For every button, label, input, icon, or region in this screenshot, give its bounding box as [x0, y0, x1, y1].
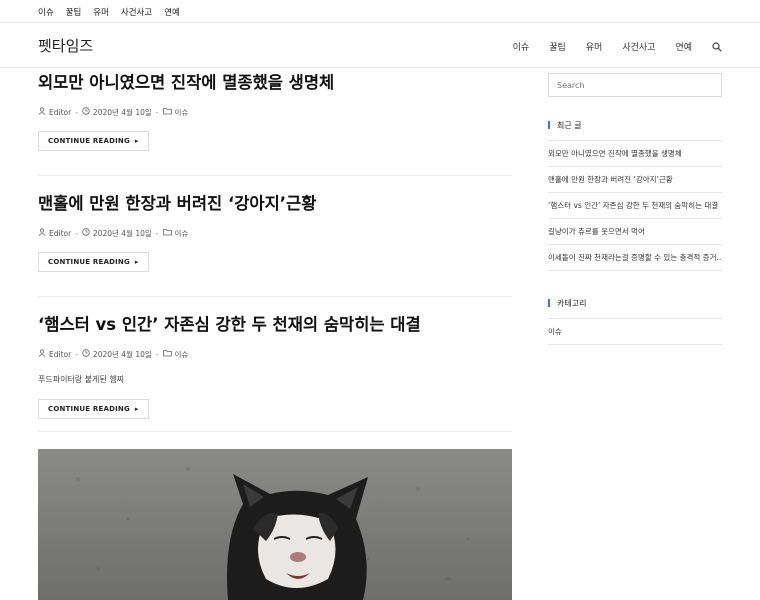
clock-icon	[82, 228, 90, 238]
continue-reading-label: CONTINUE READING	[48, 137, 130, 145]
recent-posts-list: 외모만 아니였으면 진작에 멸종했을 생명체 맨홀에 만원 한장과 버려진 ‘강…	[548, 140, 722, 271]
clock-icon	[82, 107, 90, 117]
categories-title: 카테고리	[548, 298, 586, 309]
recent-post-link[interactable]: 외모만 아니였으면 진작에 멸종했을 생명체	[548, 141, 722, 167]
meta-separator: -	[155, 349, 159, 359]
user-icon	[38, 349, 46, 359]
nav-item-humor[interactable]: 유머	[586, 40, 603, 53]
meta-separator: -	[155, 228, 159, 238]
continue-reading-button[interactable]: CONTINUE READING ▸	[38, 131, 149, 151]
top-bar: 이슈 꿀팁 유머 사건사고 연예	[0, 0, 760, 23]
meta-separator: -	[155, 107, 159, 117]
post-date: 2020년 4월 10일	[92, 228, 152, 238]
folder-icon	[162, 228, 172, 238]
search-icon[interactable]	[712, 41, 722, 52]
post-author[interactable]: Editor	[49, 229, 71, 238]
post-category[interactable]: 이슈	[175, 228, 189, 239]
chevron-right-icon: ▸	[134, 137, 139, 145]
top-menu: 이슈 꿀팁 유머 사건사고 연예	[38, 6, 180, 18]
meta-separator: -	[75, 107, 78, 117]
folder-icon	[162, 107, 172, 117]
post-title[interactable]: ‘햄스터 vs 인간’ 자존심 강한 두 천재의 숨막히는 대결	[38, 314, 512, 336]
top-menu-item-incidents[interactable]: 사건사고	[121, 6, 152, 18]
continue-reading-button[interactable]: CONTINUE READING ▸	[38, 252, 149, 272]
chevron-right-icon: ▸	[134, 258, 139, 266]
folder-icon	[162, 349, 172, 359]
continue-reading-label: CONTINUE READING	[48, 258, 130, 266]
post-item: 외모만 아니였으면 진작에 멸종했을 생명체 Editor - 2020년 4월…	[38, 68, 512, 176]
nav-item-incidents[interactable]: 사건사고	[622, 40, 655, 53]
post-meta: Editor - 2020년 4월 10일 - 이슈	[38, 107, 512, 117]
top-menu-item-humor[interactable]: 유머	[93, 6, 109, 18]
post-list: 외모만 아니였으면 진작에 멸종했을 생명체 Editor - 2020년 4월…	[38, 68, 512, 600]
site-title[interactable]: 펫타임즈	[38, 35, 93, 56]
post-item: 맨홀에 만원 한장과 버려진 ‘강아지’근황 Editor - 2020년 4월…	[38, 176, 512, 297]
post-title[interactable]: 외모만 아니였으면 진작에 멸종했을 생명체	[38, 72, 512, 94]
post-category[interactable]: 이슈	[175, 107, 189, 118]
nav-item-entertainment[interactable]: 연예	[675, 40, 692, 53]
user-icon	[38, 228, 46, 238]
clock-icon	[82, 349, 90, 359]
chevron-right-icon: ▸	[134, 405, 139, 413]
post-date: 2020년 4월 10일	[92, 349, 152, 359]
recent-post-link[interactable]: 이세돌이 진짜 천재라는걸 증명할 수 있는 충격적 증거..	[548, 245, 722, 271]
continue-reading-button[interactable]: CONTINUE READING ▸	[38, 399, 149, 419]
categories-list: 이슈	[548, 318, 722, 345]
post-author[interactable]: Editor	[49, 350, 71, 359]
top-menu-item-entertainment[interactable]: 연예	[164, 6, 180, 18]
user-icon	[38, 107, 46, 117]
category-link-issue[interactable]: 이슈	[548, 319, 722, 345]
top-menu-item-tips[interactable]: 꿀팁	[66, 6, 82, 18]
post-item: ‘햄스터 vs 인간’ 자존심 강한 두 천재의 숨막히는 대결 Editor …	[38, 297, 512, 432]
recent-post-link[interactable]: ‘햄스터 vs 인간’ 자존심 강한 두 천재의 숨막히는 대결	[548, 193, 722, 219]
recent-posts-title: 최근 글	[548, 120, 582, 131]
post-excerpt: 푸드파이터랑 붙게된 햄찌	[38, 375, 125, 384]
post-date: 2020년 4월 10일	[92, 107, 152, 117]
main-nav: 이슈 꿀팁 유머 사건사고 연예	[493, 40, 722, 53]
meta-separator: -	[75, 349, 78, 359]
nav-item-issue[interactable]: 이슈	[513, 40, 530, 53]
nav-item-tips[interactable]: 꿀팁	[549, 40, 566, 53]
meta-separator: -	[75, 228, 78, 238]
recent-post-link[interactable]: 맨홀에 만원 한장과 버려진 ‘강아지’근황	[548, 167, 722, 193]
top-menu-item-issue[interactable]: 이슈	[38, 6, 54, 18]
post-category[interactable]: 이슈	[175, 349, 189, 360]
recent-post-link[interactable]: 길냥이가 츄르를 웃으면서 먹어	[548, 219, 722, 245]
post-title[interactable]: 맨홀에 만원 한장과 버려진 ‘강아지’근황	[38, 193, 512, 215]
site-header: 펫타임즈 이슈 꿀팁 유머 사건사고 연예	[0, 23, 760, 68]
post-meta: Editor - 2020년 4월 10일 - 이슈	[38, 349, 512, 359]
featured-image-cat[interactable]	[38, 449, 512, 600]
continue-reading-label: CONTINUE READING	[48, 405, 130, 413]
search-input[interactable]	[548, 73, 722, 97]
post-author[interactable]: Editor	[49, 108, 71, 117]
post-meta: Editor - 2020년 4월 10일 - 이슈	[38, 228, 512, 238]
